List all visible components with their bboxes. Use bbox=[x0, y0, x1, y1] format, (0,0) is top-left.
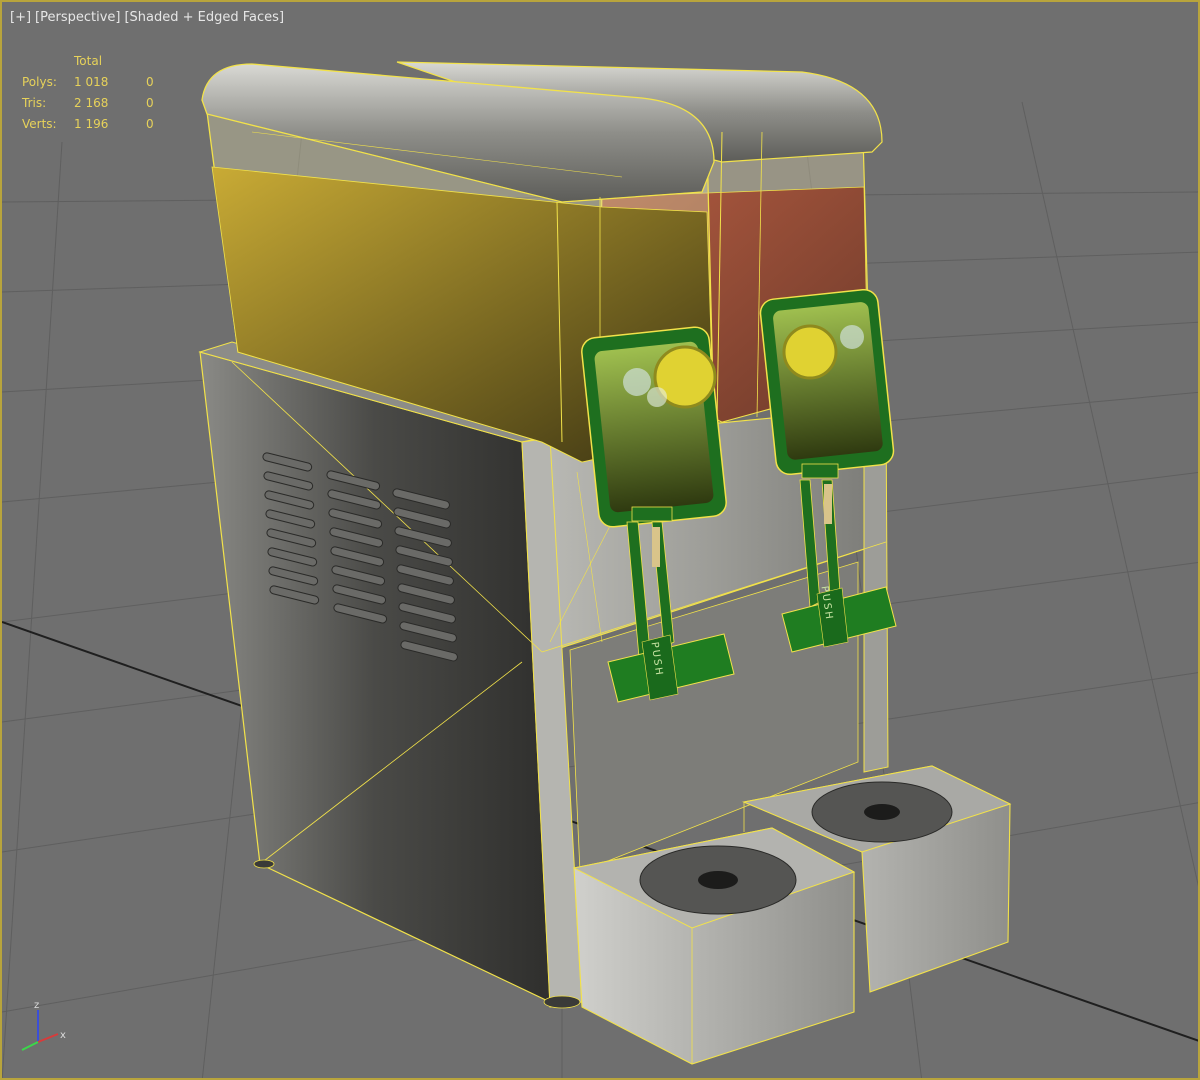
viewport-point-of-view-menu[interactable]: [Perspective] bbox=[35, 10, 120, 25]
right-drink-image bbox=[773, 302, 883, 460]
viewport-shading-menu[interactable]: [Shaded + Edged Faces] bbox=[124, 10, 284, 25]
stats-selected: 0 bbox=[146, 95, 154, 110]
stats-header-total: Total bbox=[74, 53, 103, 68]
stats-selected: 0 bbox=[146, 116, 154, 131]
stats-row-tris: Tris: 2 168 0 bbox=[22, 92, 166, 113]
stats-total: 1 196 bbox=[74, 116, 109, 131]
left-drip-tray[interactable] bbox=[572, 827, 856, 1065]
stats-total: 2 168 bbox=[74, 95, 109, 110]
axis-z-label: z bbox=[34, 1000, 39, 1011]
viewport-perspective[interactable]: PUSH PUSH [+] [Perspective] [Shaded + Ed… bbox=[0, 0, 1200, 1080]
stats-selected: 0 bbox=[146, 74, 154, 89]
stats-row-verts: Verts: 1 196 0 bbox=[22, 113, 166, 134]
stats-label: Polys: bbox=[22, 74, 57, 89]
stats-total: 1 018 bbox=[74, 74, 109, 89]
statistics-overlay: Total Polys: 1 018 0 Tris: 2 168 0 Verts… bbox=[22, 50, 166, 134]
viewport-label-menu: [+] [Perspective] [Shaded + Edged Faces] bbox=[10, 10, 284, 25]
axis-tripod-icon: z x bbox=[21, 1000, 66, 1051]
axis-x-label: x bbox=[60, 1030, 66, 1041]
viewport-general-menu[interactable]: [+] bbox=[10, 10, 31, 25]
stats-row-polys: Polys: 1 018 0 bbox=[22, 71, 166, 92]
stats-label: Tris: bbox=[22, 95, 47, 110]
3d-scene[interactable]: PUSH PUSH bbox=[2, 2, 1200, 1080]
stats-label: Verts: bbox=[22, 116, 57, 131]
